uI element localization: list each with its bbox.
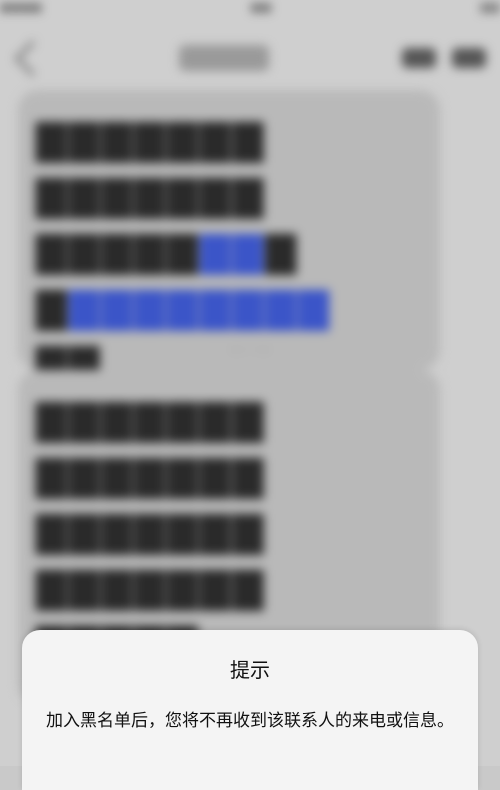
dialog-message: 加入黑名单后，您将不再收到该联系人的来电或信息。 (46, 711, 454, 731)
navigation-bar (0, 38, 500, 78)
nav-action-1 (402, 48, 436, 68)
status-bar: ●●●● ●● ▮▮▮ (0, 0, 500, 16)
battery-indicator: ▮▮▮ (480, 0, 500, 14)
nav-action-2 (452, 48, 486, 68)
blacklist-confirm-dialog: 提示 加入黑名单后，您将不再收到该联系人的来电或信息。 (22, 630, 478, 790)
chevron-left-icon (14, 40, 51, 76)
clock: ●● (250, 0, 272, 14)
contact-title (178, 45, 269, 71)
timestamp: — ·· — (230, 342, 270, 356)
dialog-title: 提示 (230, 658, 270, 682)
message-bubble: ▇▇▇▇▇▇▇ ▇▇▇▇▇▇▇ ▇▇▇▇▇▇▇▇ ▇▇▇▇▇▇▇▇▇ ▇▇ (18, 90, 440, 387)
signal-indicator: ●●●● (0, 0, 42, 14)
nav-actions (402, 48, 486, 68)
